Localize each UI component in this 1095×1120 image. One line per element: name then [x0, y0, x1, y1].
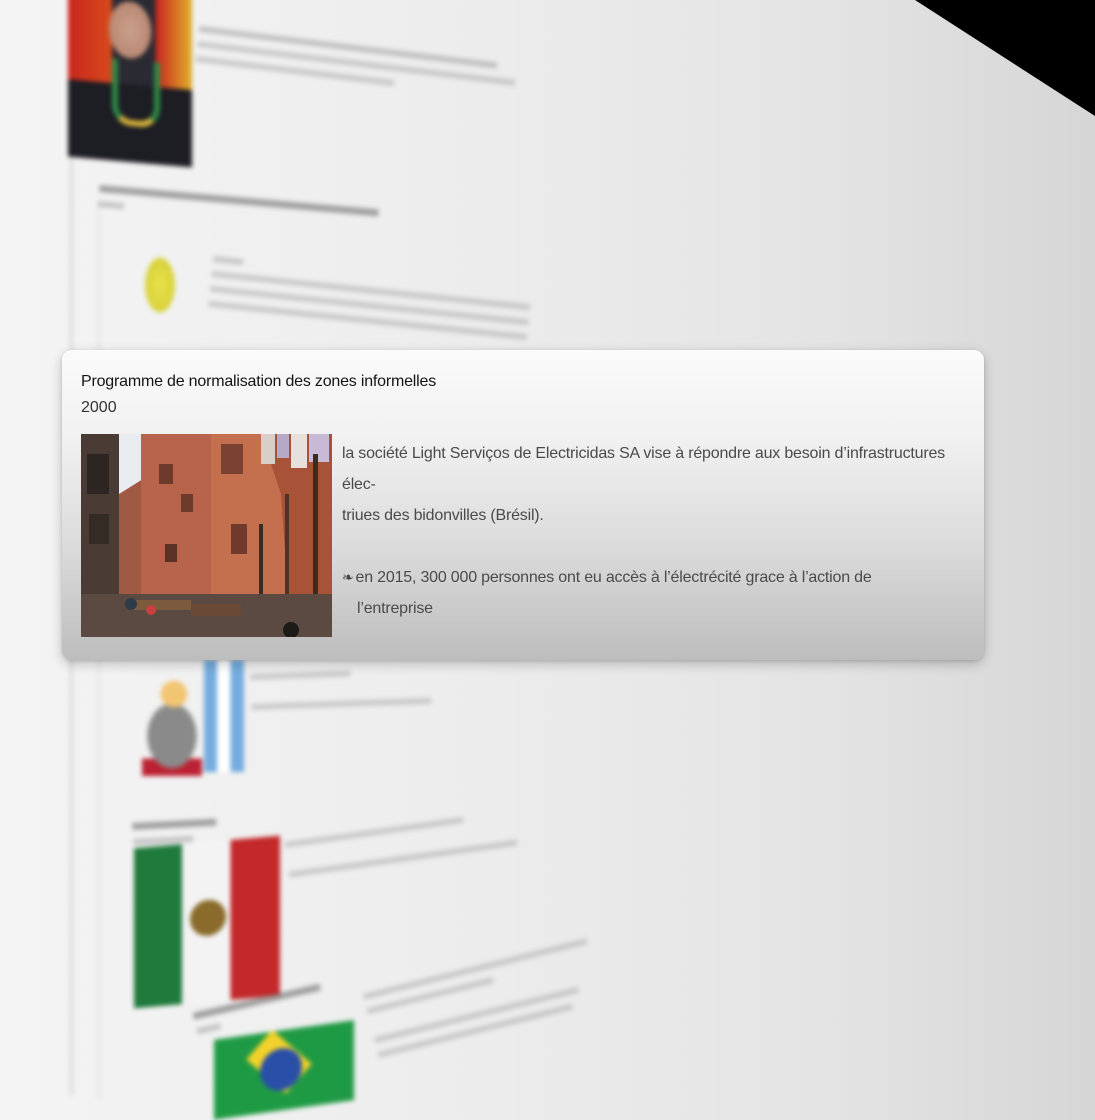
brazil-flag-image: [214, 1020, 354, 1120]
event-photo: [81, 434, 332, 637]
background-paragraph: [208, 252, 533, 345]
bullet-text: en 2015, 300 000 personnes ont eu accès …: [355, 569, 872, 586]
background-paragraph: [284, 806, 518, 883]
continent-image: [136, 240, 184, 330]
cartoon-figure: [142, 680, 202, 776]
background-paragraph: [362, 934, 603, 1062]
mexico-flag-image: [134, 835, 280, 1009]
bullet-text-continuation: l’entreprise: [357, 600, 433, 617]
description-line: la société Light Serviços de Electricida…: [342, 445, 945, 493]
background-heading: [97, 182, 379, 236]
description-line: triues des bidonvilles (Brésil).: [342, 507, 544, 524]
page-corner: [915, 0, 1095, 116]
timeline-event-card[interactable]: Programme de normalisation des zones inf…: [62, 350, 984, 660]
portrait-image: [68, 0, 192, 168]
fleuron-bullet-icon: ❧: [342, 569, 354, 585]
event-year: 2000: [81, 399, 117, 416]
cartoon-image: [138, 660, 248, 780]
background-paragraph: [250, 664, 432, 715]
background-paragraph: [195, 22, 518, 106]
bullet-item: ❧ en 2015, 300 000 personnes ont eu accès…: [342, 562, 972, 593]
event-description: la société Light Serviços de Electricida…: [342, 438, 972, 624]
argentina-flag: [204, 660, 244, 772]
event-title: Programme de normalisation des zones inf…: [81, 373, 437, 390]
